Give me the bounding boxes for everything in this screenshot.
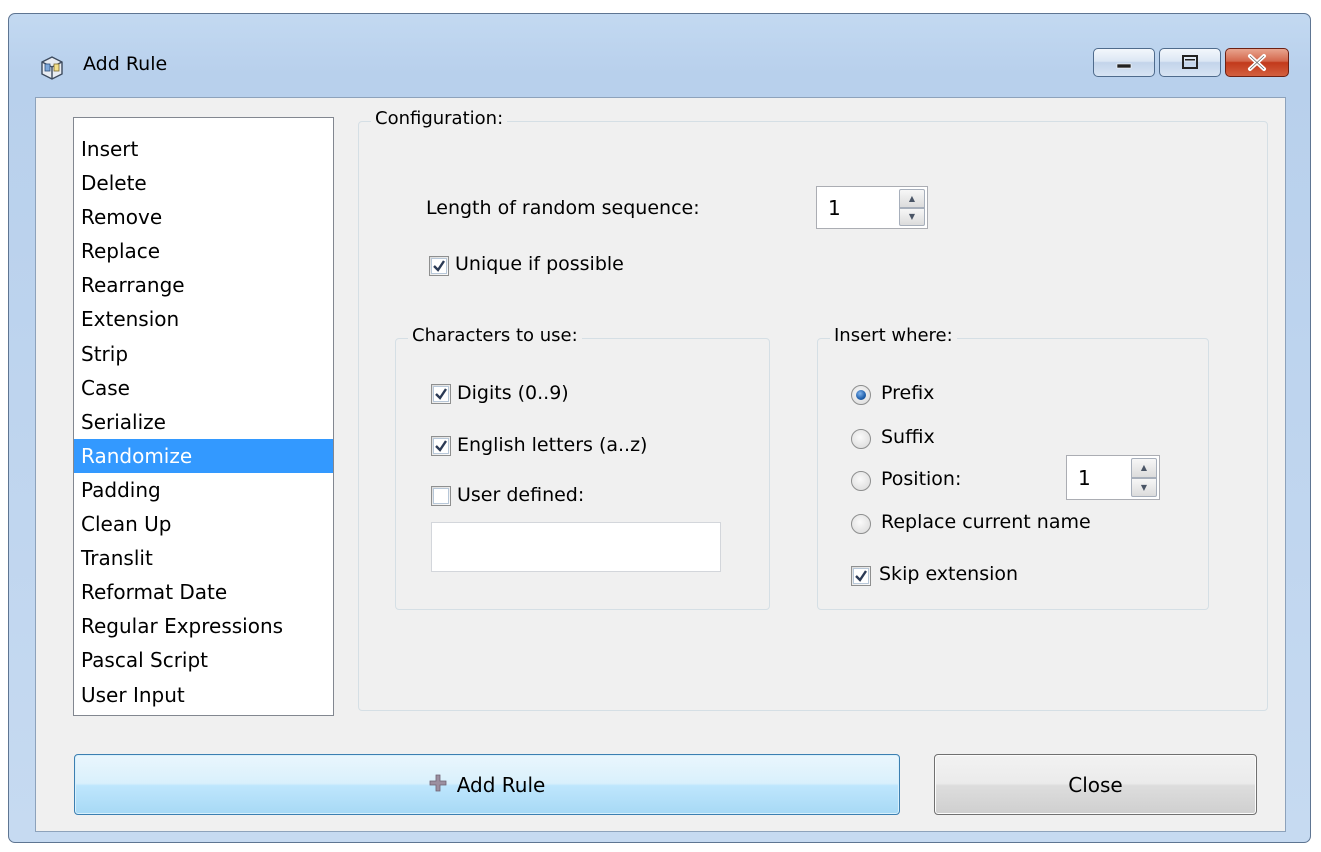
rule-item-insert[interactable]: Insert — [74, 132, 333, 166]
length-label: Length of random sequence: — [426, 197, 700, 219]
maximize-icon — [1160, 49, 1220, 76]
rule-item-padding[interactable]: Padding — [74, 473, 333, 507]
letters-checkbox[interactable] — [431, 436, 451, 456]
rule-item-serialize[interactable]: Serialize — [74, 405, 333, 439]
user-defined-checkbox[interactable] — [431, 486, 451, 506]
user-defined-label[interactable]: User defined: — [457, 484, 584, 506]
replace-name-radio[interactable] — [851, 514, 871, 534]
skip-extension-label[interactable]: Skip extension — [879, 563, 1018, 585]
spin-up-icon[interactable]: ▲ — [899, 189, 925, 208]
rule-item-delete[interactable]: Delete — [74, 166, 333, 200]
characters-caption: Characters to use: — [408, 325, 582, 346]
replace-name-label[interactable]: Replace current name — [881, 511, 1091, 533]
checkmark-icon — [855, 570, 867, 582]
position-spin-buttons: ▲ ▼ — [1131, 458, 1157, 497]
user-defined-input[interactable] — [431, 522, 721, 572]
add-rule-button[interactable]: Add Rule — [74, 754, 900, 815]
checkmark-icon — [435, 388, 447, 400]
letters-label[interactable]: English letters (a..z) — [457, 434, 647, 456]
title-bar[interactable]: Add Rule — [9, 14, 1310, 86]
insert-where-group: Insert where: Prefix Suffix Position: 1 … — [817, 325, 1209, 610]
unique-checkbox[interactable] — [429, 256, 449, 276]
radio-dot-icon — [856, 390, 866, 400]
close-button[interactable]: Close — [934, 754, 1257, 815]
suffix-label[interactable]: Suffix — [881, 426, 935, 448]
spin-down-icon[interactable]: ▼ — [1131, 477, 1157, 497]
add-rule-window: Add Rule Insert Delete Remove Replace Rearra… — [8, 13, 1311, 843]
checkmark-icon — [435, 440, 447, 452]
window-title: Add Rule — [83, 53, 168, 75]
checkbox-face — [433, 488, 449, 504]
configuration-caption: Configuration: — [371, 108, 508, 129]
checkmark-icon — [433, 260, 445, 272]
unique-label[interactable]: Unique if possible — [455, 253, 624, 275]
position-label[interactable]: Position: — [881, 468, 961, 490]
spin-down-icon[interactable]: ▼ — [899, 207, 925, 226]
rule-item-regular-expressions[interactable]: Regular Expressions — [74, 609, 333, 643]
length-value[interactable]: 1 — [828, 187, 841, 228]
maximize-button[interactable] — [1159, 48, 1221, 77]
app-icon — [39, 54, 65, 80]
rule-item-translit[interactable]: Translit — [74, 541, 333, 575]
close-icon — [1226, 49, 1288, 76]
rule-item-case[interactable]: Case — [74, 371, 333, 405]
rule-item-replace[interactable]: Replace — [74, 234, 333, 268]
characters-group: Characters to use: Digits (0..9) English… — [395, 325, 770, 610]
rule-item-randomize[interactable]: Randomize — [74, 438, 333, 473]
rule-item-user-input[interactable]: User Input — [74, 678, 333, 712]
minimize-button[interactable] — [1093, 48, 1155, 77]
digits-checkbox[interactable] — [431, 384, 451, 404]
plus-icon — [429, 773, 447, 797]
digits-label[interactable]: Digits (0..9) — [457, 382, 569, 404]
rule-item-reformat-date[interactable]: Reformat Date — [74, 575, 333, 609]
close-window-button[interactable] — [1225, 48, 1289, 77]
position-radio[interactable] — [851, 471, 871, 491]
add-rule-label: Add Rule — [456, 772, 546, 797]
length-spinner[interactable]: 1 ▲ ▼ — [816, 186, 928, 229]
rule-item-remove[interactable]: Remove — [74, 200, 333, 234]
minimize-icon — [1094, 49, 1154, 76]
rule-item-pascal-script[interactable]: Pascal Script — [74, 643, 333, 677]
position-spinner[interactable]: 1 ▲ ▼ — [1066, 455, 1160, 500]
length-spin-buttons: ▲ ▼ — [899, 189, 925, 226]
position-value[interactable]: 1 — [1078, 456, 1091, 499]
configuration-group: Configuration: Length of random sequence… — [358, 108, 1268, 711]
rule-list[interactable]: Insert Delete Remove Replace Rearrange Extens… — [73, 117, 334, 716]
insert-where-caption: Insert where: — [830, 325, 957, 346]
close-label: Close — [1068, 772, 1123, 797]
prefix-radio[interactable] — [851, 385, 871, 405]
rule-item-strip[interactable]: Strip — [74, 337, 333, 371]
rule-item-extension[interactable]: Extension — [74, 302, 333, 336]
rule-item-clean-up[interactable]: Clean Up — [74, 507, 333, 541]
prefix-label[interactable]: Prefix — [881, 382, 934, 404]
suffix-radio[interactable] — [851, 429, 871, 449]
spin-up-icon[interactable]: ▲ — [1131, 458, 1157, 478]
skip-extension-checkbox[interactable] — [851, 566, 871, 586]
rule-item-rearrange[interactable]: Rearrange — [74, 268, 333, 302]
dialog-client-area: Insert Delete Remove Replace Rearrange Extens… — [35, 97, 1286, 832]
